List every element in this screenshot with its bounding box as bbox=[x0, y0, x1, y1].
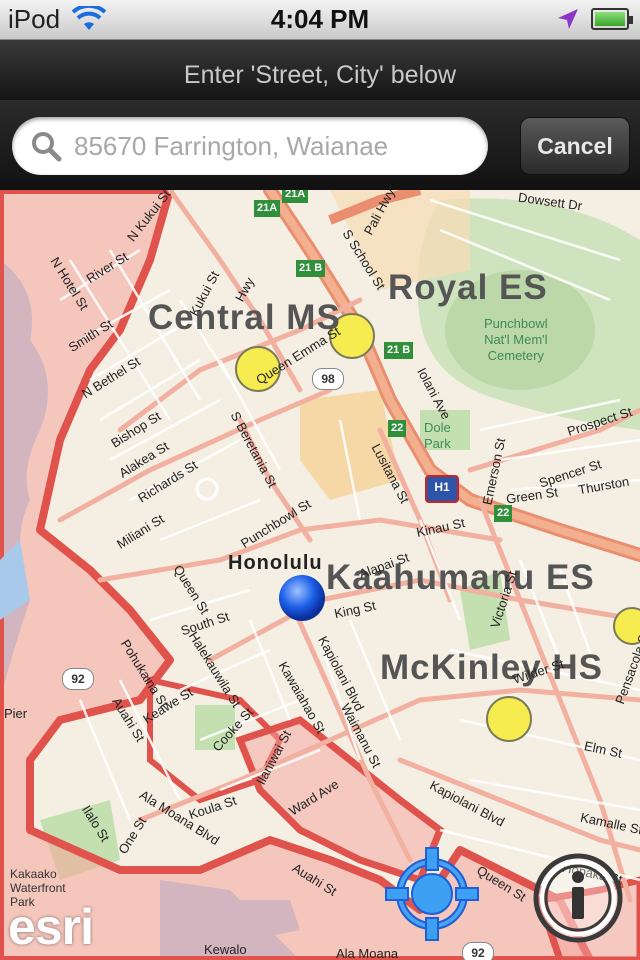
school-label[interactable]: Royal ES bbox=[382, 268, 554, 308]
current-location-marker[interactable] bbox=[276, 572, 328, 624]
park-label: Dole Park bbox=[424, 420, 451, 451]
info-icon[interactable] bbox=[530, 850, 626, 946]
clock: 4:04 PM bbox=[270, 4, 370, 34]
crosshair-locate-icon[interactable] bbox=[380, 842, 484, 946]
street-label: Pier bbox=[4, 706, 28, 721]
prompt-bar: Enter 'Street, City' below bbox=[0, 40, 640, 100]
street-label: Ala Moana bbox=[336, 946, 399, 960]
route-shield: 98 bbox=[312, 368, 344, 390]
search-input[interactable] bbox=[74, 125, 474, 167]
exit-marker: 21A bbox=[282, 190, 309, 203]
exit-marker: 21 B bbox=[384, 342, 414, 359]
battery-icon bbox=[591, 8, 633, 30]
interstate-shield: H1 bbox=[425, 475, 459, 503]
cancel-button[interactable]: Cancel bbox=[520, 117, 630, 175]
route-shield: 92 bbox=[62, 668, 94, 690]
esri-logo: esri bbox=[8, 899, 94, 955]
status-bar: iPod 4:04 PM bbox=[0, 0, 640, 40]
street-label: Kewalo bbox=[204, 942, 247, 957]
location-arrow-icon bbox=[558, 9, 578, 29]
exit-marker: 22 bbox=[388, 420, 407, 437]
search-field[interactable] bbox=[12, 117, 488, 175]
exit-marker: 22 bbox=[494, 505, 513, 522]
search-icon bbox=[32, 132, 62, 162]
map-view[interactable]: Central MS Royal ES Kaahumanu ES McKinle… bbox=[0, 190, 640, 960]
exit-marker: 21A bbox=[254, 200, 281, 217]
school-label[interactable]: McKinley HS bbox=[374, 648, 609, 688]
park-label: Punchbowl Nat'l Mem'l Cemetery bbox=[484, 316, 548, 363]
exit-marker: 21 B bbox=[296, 260, 326, 277]
